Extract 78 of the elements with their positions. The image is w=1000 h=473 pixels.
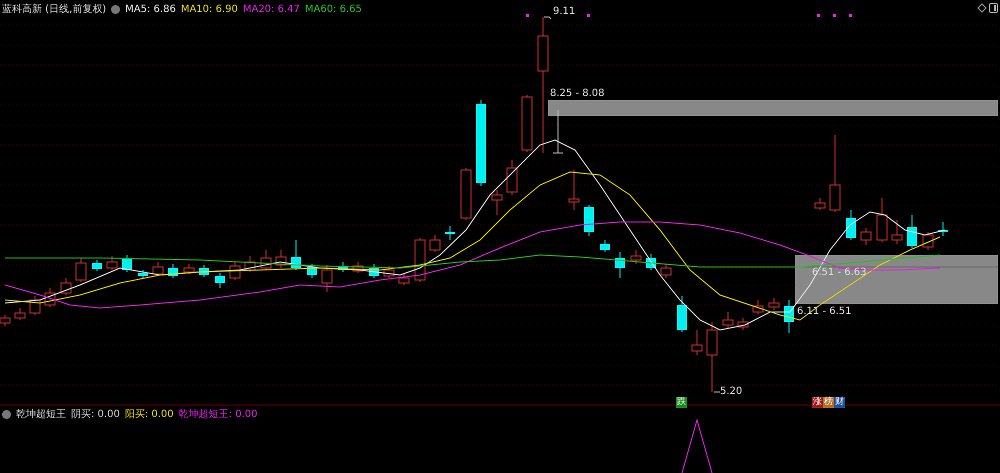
signal-tag: 涨: [812, 397, 823, 408]
candlestick: [584, 204, 594, 236]
zone-label: 8.25 - 8.08: [550, 88, 604, 99]
chart-title: 蓝科高新 (日线,前复权): [2, 2, 106, 16]
candlestick: [138, 270, 148, 278]
candlestick: [184, 264, 194, 274]
candlestick: [369, 264, 379, 278]
candlestick: [414, 238, 426, 282]
candlestick: [352, 262, 364, 274]
candlestick: [76, 258, 86, 282]
candlestick: [384, 266, 394, 278]
candlestick: [152, 262, 164, 276]
candlestick: [892, 220, 902, 244]
toggle-icon[interactable]: [111, 4, 120, 14]
indicator-line: [682, 418, 712, 473]
candlestick: [630, 250, 642, 264]
ma-legend: MA10: 6.90: [180, 4, 238, 14]
candlestick: [907, 214, 917, 248]
candlestick: [460, 168, 472, 220]
candlestick: [260, 250, 272, 270]
candlestick: [552, 110, 564, 154]
candlestick: [492, 190, 502, 216]
candlestick: [722, 312, 734, 328]
candlestick: [168, 264, 178, 278]
candlestick: [276, 250, 286, 268]
candlestick: [506, 160, 518, 196]
candlestick: [445, 226, 455, 240]
candlestick: [784, 300, 794, 334]
candlestick: [230, 262, 240, 280]
candlestick: [398, 274, 410, 286]
candlestick: [876, 198, 888, 242]
candlestick: [814, 198, 826, 210]
candlestick: [322, 264, 332, 292]
ma-legend: MA20: 6.47: [242, 4, 300, 14]
candlestick: [692, 330, 702, 356]
candlestick: [244, 256, 256, 272]
candlestick: [92, 260, 102, 272]
price-label: 5.20: [720, 386, 742, 397]
signal-tag: 财: [834, 397, 845, 408]
candlestick: [122, 254, 132, 272]
candlestick: [738, 318, 748, 330]
candlestick: [706, 322, 718, 392]
indicator-value: 阴买: 0.00: [71, 408, 120, 421]
signal-tag: 榜: [823, 397, 834, 408]
candlestick: [215, 272, 225, 288]
candlestick: [291, 240, 301, 270]
candlestick: [30, 296, 40, 316]
panel-icon[interactable]: [989, 3, 998, 13]
toggle-icon[interactable]: [2, 410, 11, 418]
candlestick: [522, 94, 532, 152]
candlestick: [199, 264, 209, 278]
candlestick: [938, 222, 948, 236]
candlestick: [660, 264, 672, 278]
candlestick: [860, 228, 872, 246]
candlestick: [768, 298, 780, 310]
signal-tag: 跌: [676, 397, 687, 408]
diamond-icon[interactable]: [977, 3, 987, 13]
candlestick: [677, 296, 687, 332]
candlestick: [44, 288, 56, 308]
candlestick: [307, 264, 317, 278]
indicator-value: 乾坤超短王: 0.00: [178, 408, 258, 421]
candlestick: [338, 262, 348, 272]
indicator-title: 乾坤超短王: [16, 408, 66, 421]
candlestick: [60, 278, 72, 296]
ma-legend: MA60: 6.65: [304, 4, 362, 14]
ma-legend: MA5: 6.86: [125, 4, 176, 14]
candlestick: [430, 234, 440, 252]
candlestick: [106, 256, 118, 270]
candlestick: [846, 210, 856, 240]
price-label: 9.11: [553, 6, 576, 17]
candlestick: [615, 252, 625, 278]
candlestick: [646, 254, 656, 270]
candlestick: [752, 300, 764, 314]
candlestick: [14, 308, 26, 320]
indicator-value: 阳买: 0.00: [124, 408, 174, 421]
candlestick: [922, 232, 934, 250]
candlestick: [600, 240, 610, 252]
candlestick: [568, 170, 580, 210]
